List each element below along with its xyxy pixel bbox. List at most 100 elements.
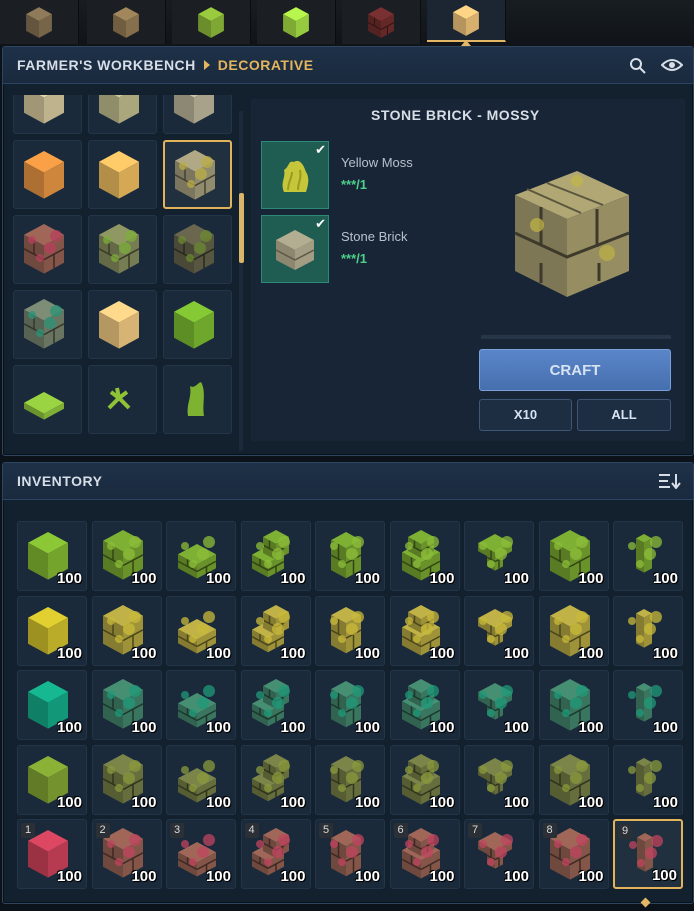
inventory-grid: 100 100 100 100 100 100 100 100 100 100 100 100 100 1… bbox=[3, 463, 693, 903]
recipe-slot-sand-block[interactable] bbox=[88, 140, 157, 209]
inventory-slot[interactable]: 100 bbox=[240, 744, 311, 815]
inventory-slot[interactable]: 100 bbox=[166, 744, 236, 815]
inventory-slot[interactable]: 100 bbox=[538, 744, 609, 815]
recipe-slot-moss-vine[interactable] bbox=[163, 365, 232, 434]
recipe-slot-moss-carpet[interactable] bbox=[13, 365, 82, 434]
inventory-slot[interactable]: 100 bbox=[389, 521, 460, 591]
tab-tools[interactable] bbox=[87, 0, 166, 44]
dark-mossy-brick-icon bbox=[173, 224, 215, 274]
inventory-slot[interactable]: 100 bbox=[613, 595, 683, 666]
inventory-slot[interactable]: 100 bbox=[389, 595, 460, 666]
workbench-panel: FARMER'S WORKBENCH DECORATIVE STONE BRICK… bbox=[2, 46, 694, 456]
inventory-slot[interactable]: 100 bbox=[91, 521, 162, 591]
recipe-slot-sandstone-block[interactable] bbox=[13, 95, 82, 134]
inventory-slot[interactable]: 100 bbox=[464, 744, 534, 815]
item-quantity: 100 bbox=[280, 719, 306, 736]
workbench-header: FARMER'S WORKBENCH DECORATIVE bbox=[3, 47, 693, 84]
recipe-slot-mossy-block[interactable] bbox=[88, 95, 157, 134]
recipe-slot-mossy-stone-brick[interactable] bbox=[163, 140, 232, 209]
item-quantity: 100 bbox=[503, 868, 529, 885]
inventory-slot[interactable]: 100 bbox=[613, 521, 683, 591]
recipe-slot-moss-sprout[interactable] bbox=[88, 365, 157, 434]
tab-crates[interactable] bbox=[342, 0, 421, 44]
inventory-slot[interactable]: 9 100 bbox=[613, 819, 683, 889]
item-quantity: 100 bbox=[503, 644, 529, 662]
craft-button[interactable]: CRAFT bbox=[479, 349, 671, 391]
search-icon[interactable] bbox=[629, 57, 647, 75]
moss-block-icon bbox=[174, 301, 214, 349]
item-quantity: 100 bbox=[354, 644, 380, 662]
item-quantity: 100 bbox=[429, 868, 455, 885]
inventory-slot[interactable]: 100 bbox=[315, 744, 385, 815]
mossy-stone-brick-icon bbox=[174, 150, 216, 200]
checkmark-icon: ✔ bbox=[315, 217, 326, 232]
inventory-slot[interactable]: 8 100 bbox=[538, 819, 609, 889]
recipe-slot-terracotta-block[interactable] bbox=[13, 140, 82, 209]
ingredient-slot-stone-brick[interactable]: ✔ bbox=[261, 215, 329, 283]
inventory-slot[interactable]: 100 bbox=[613, 744, 683, 815]
inventory-slot[interactable]: 100 bbox=[166, 670, 236, 740]
inventory-slot[interactable]: 100 bbox=[315, 670, 385, 740]
item-quantity: 100 bbox=[131, 644, 157, 662]
breadcrumb-workbench[interactable]: FARMER'S WORKBENCH bbox=[17, 57, 196, 73]
sandstone-block-icon bbox=[24, 95, 64, 124]
hotbar-number: 2 bbox=[95, 823, 110, 838]
recipe-scrollbar[interactable] bbox=[239, 111, 243, 451]
item-quantity: 100 bbox=[205, 793, 231, 811]
craft-x10-button[interactable]: X10 bbox=[479, 399, 572, 431]
recipe-scrollbar-thumb[interactable] bbox=[239, 193, 244, 263]
inventory-slot[interactable]: 100 bbox=[17, 595, 87, 666]
inventory-slot[interactable]: 100 bbox=[166, 595, 236, 666]
inventory-slot[interactable]: 100 bbox=[166, 521, 236, 591]
recipe-slot-red-mossy-brick[interactable] bbox=[13, 215, 82, 284]
inventory-slot[interactable]: 100 bbox=[538, 595, 609, 666]
inventory-slot[interactable]: 100 bbox=[240, 670, 311, 740]
inventory-slot[interactable]: 100 bbox=[464, 670, 534, 740]
tab-vehicles[interactable] bbox=[0, 0, 79, 44]
inventory-slot[interactable]: 1 100 bbox=[17, 819, 87, 889]
eye-icon[interactable] bbox=[661, 58, 683, 72]
recipe-slot-sand-block-2[interactable] bbox=[88, 290, 157, 359]
inventory-slot[interactable]: 100 bbox=[538, 521, 609, 591]
inventory-slot[interactable]: 100 bbox=[315, 595, 385, 666]
craft-all-button[interactable]: ALL bbox=[577, 399, 671, 431]
moss-carpet-icon bbox=[24, 392, 64, 420]
item-quantity: 100 bbox=[131, 868, 157, 885]
tab-plants[interactable] bbox=[172, 0, 251, 44]
inventory-slot[interactable]: 100 bbox=[538, 670, 609, 740]
inventory-slot[interactable]: 100 bbox=[17, 521, 87, 591]
inventory-slot[interactable]: 3 100 bbox=[166, 819, 236, 889]
inventory-slot[interactable]: 100 bbox=[464, 595, 534, 666]
inventory-slot[interactable]: 100 bbox=[240, 595, 311, 666]
inventory-slot[interactable]: 100 bbox=[91, 670, 162, 740]
inventory-slot[interactable]: 100 bbox=[91, 744, 162, 815]
inventory-slot[interactable]: 5 100 bbox=[315, 819, 385, 889]
ingredient-count: ***/1 bbox=[341, 177, 368, 192]
crafted-item-preview bbox=[514, 171, 630, 297]
inventory-slot[interactable]: 100 bbox=[464, 521, 534, 591]
item-quantity: 100 bbox=[205, 719, 231, 736]
inventory-slot[interactable]: 6 100 bbox=[389, 819, 460, 889]
inventory-slot[interactable]: 100 bbox=[91, 595, 162, 666]
breadcrumb-arrow-icon bbox=[203, 60, 210, 71]
inventory-slot[interactable]: 100 bbox=[389, 744, 460, 815]
inventory-slot[interactable]: 2 100 bbox=[91, 819, 162, 889]
inventory-slot[interactable]: 100 bbox=[315, 521, 385, 591]
recipe-slot-dark-mossy-brick[interactable] bbox=[163, 215, 232, 284]
recipe-slot-stone-block[interactable] bbox=[163, 95, 232, 134]
inventory-slot[interactable]: 100 bbox=[17, 670, 87, 740]
ingredient-slot-yellow-moss[interactable]: ✔ bbox=[261, 141, 329, 209]
item-quantity: 100 bbox=[652, 570, 678, 587]
item-quantity: 100 bbox=[280, 644, 306, 662]
inventory-slot[interactable]: 100 bbox=[613, 670, 683, 740]
inventory-slot[interactable]: 7 100 bbox=[464, 819, 534, 889]
tab-gems[interactable] bbox=[257, 0, 336, 44]
inventory-slot[interactable]: 100 bbox=[389, 670, 460, 740]
recipe-slot-moss-block[interactable] bbox=[163, 290, 232, 359]
recipe-slot-teal-mossy-brick[interactable] bbox=[13, 290, 82, 359]
inventory-slot[interactable]: 100 bbox=[17, 744, 87, 815]
recipe-slot-green-mossy-brick[interactable] bbox=[88, 215, 157, 284]
tab-decorative[interactable] bbox=[427, 0, 506, 46]
inventory-slot[interactable]: 100 bbox=[240, 521, 311, 591]
inventory-slot[interactable]: 4 100 bbox=[240, 819, 311, 889]
